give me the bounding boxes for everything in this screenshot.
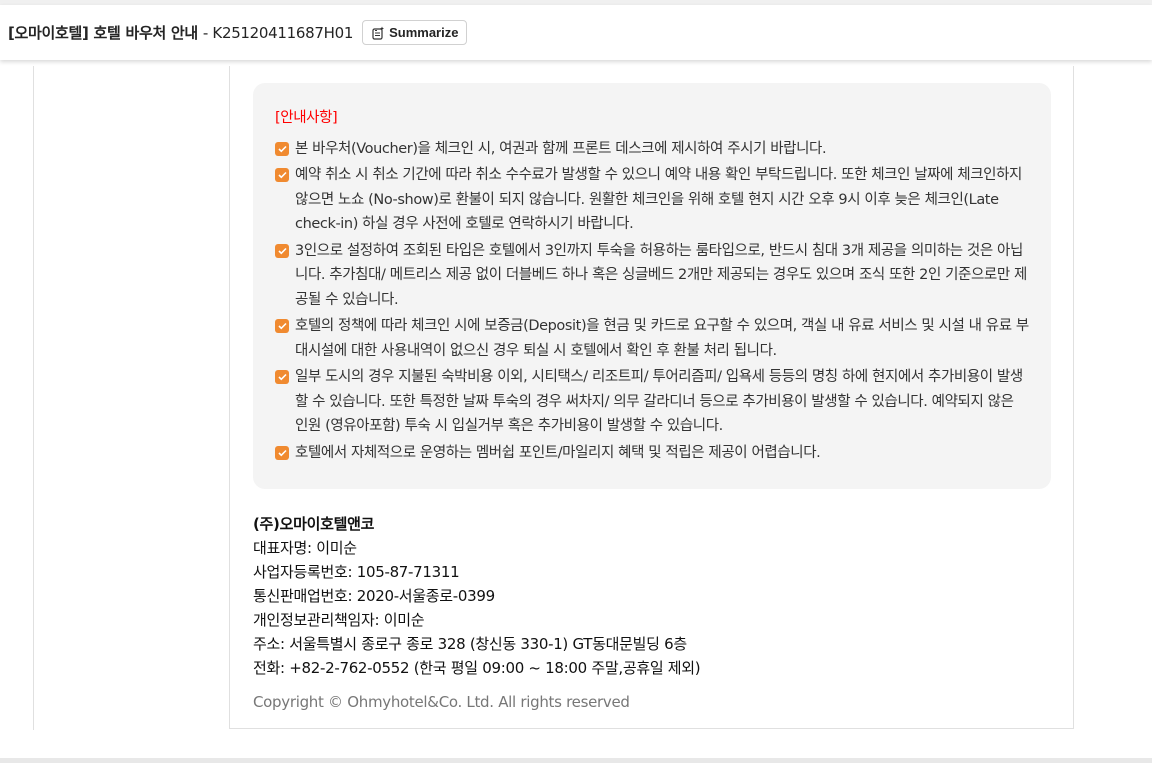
company-address: 주소: 서울특별시 종로구 종로 328 (창신동 330-1) GT동대문빌딩… bbox=[253, 635, 687, 653]
message-header: [오마이호텔] 호텔 바우처 안내 - K25120411687H01 Summ… bbox=[0, 5, 1152, 60]
summarize-label: Summarize bbox=[389, 25, 459, 40]
notice-heading: [안내사항] bbox=[275, 110, 338, 126]
company-ecommerce-no: 통신판매업번호: 2020-서울종로-0399 bbox=[253, 587, 495, 605]
bottom-strip bbox=[0, 758, 1152, 763]
checkbox-checked-icon bbox=[275, 168, 289, 182]
checkbox-checked-icon bbox=[275, 141, 289, 156]
company-name: (주)오마이호텔앤코 bbox=[253, 515, 375, 533]
checkbox-checked-icon bbox=[275, 445, 289, 460]
company-phone: 전화: +82-2-762-0552 (한국 평일 09:00 ~ 18:00 … bbox=[253, 659, 701, 677]
notice-item: 호텔의 정책에 따라 체크인 시에 보증금(Deposit)을 현금 및 카드로… bbox=[275, 314, 1029, 363]
notice-item-text: 3인으로 설정하여 조회된 타입은 호텔에서 3인까지 투숙을 허용하는 룸타입… bbox=[295, 242, 1027, 308]
subject-text: [오마이호텔] 호텔 바우처 안내 bbox=[8, 24, 198, 42]
booking-code: - K25120411687H01 bbox=[202, 24, 354, 42]
company-biz-no: 사업자등록번호: 105-87-71311 bbox=[253, 563, 460, 581]
notice-item: 3인으로 설정하여 조회된 타입은 호텔에서 3인까지 투숙을 허용하는 룸타입… bbox=[275, 239, 1029, 313]
notice-item: 일부 도시의 경우 지불된 숙박비용 이외, 시티택스/ 리조트피/ 투어리즘피… bbox=[275, 365, 1029, 439]
divider bbox=[33, 66, 34, 730]
company-info: (주)오마이호텔앤코 대표자명: 이미순 사업자등록번호: 105-87-713… bbox=[253, 512, 701, 714]
company-ceo: 대표자명: 이미순 bbox=[253, 539, 357, 557]
checkbox-checked-icon bbox=[275, 370, 289, 384]
notice-item-text: 일부 도시의 경우 지불된 숙박비용 이외, 시티택스/ 리조트피/ 투어리즘피… bbox=[295, 369, 1023, 434]
company-privacy-officer: 개인정보관리책임자: 이미순 bbox=[253, 611, 425, 629]
checkbox-checked-icon bbox=[275, 319, 289, 333]
checkbox-checked-icon bbox=[275, 243, 289, 258]
notice-item-text: 예약 취소 시 취소 기간에 따라 취소 수수료가 발생할 수 있으니 예약 내… bbox=[295, 167, 1022, 232]
message-subject: [오마이호텔] 호텔 바우처 안내 - K25120411687H01 bbox=[8, 22, 353, 43]
summarize-button[interactable]: Summarize bbox=[362, 20, 468, 45]
copyright: Copyright © Ohmyhotel&Co. Ltd. All right… bbox=[253, 693, 630, 711]
notice-item: 본 바우처(Voucher)을 체크인 시, 여권과 함께 프론트 데스크에 제… bbox=[275, 137, 1029, 162]
notice-item: 예약 취소 시 취소 기간에 따라 취소 수수료가 발생할 수 있으니 예약 내… bbox=[275, 163, 1029, 237]
summarize-icon bbox=[372, 26, 385, 40]
notice-item-text: 호텔의 정책에 따라 체크인 시에 보증금(Deposit)을 현금 및 카드로… bbox=[295, 318, 1029, 359]
notice-item: 호텔에서 자체적으로 운영하는 멤버쉽 포인트/마일리지 혜택 및 적립은 제공… bbox=[275, 441, 1029, 466]
notice-item-text: 호텔에서 자체적으로 운영하는 멤버쉽 포인트/마일리지 혜택 및 적립은 제공… bbox=[295, 444, 821, 461]
notice-box: [안내사항] 본 바우처(Voucher)을 체크인 시, 여권과 함께 프론트… bbox=[253, 83, 1051, 489]
notice-item-text: 본 바우처(Voucher)을 체크인 시, 여권과 함께 프론트 데스크에 제… bbox=[295, 140, 827, 157]
